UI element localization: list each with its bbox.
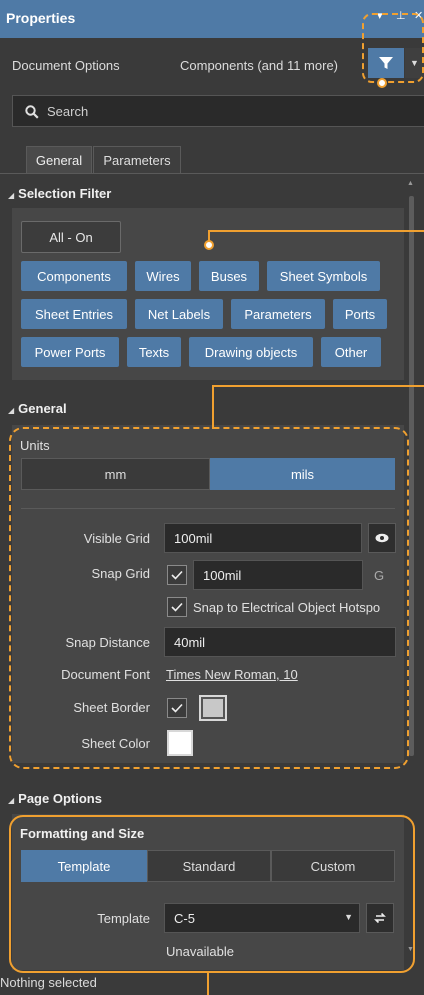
filter-chip-power-ports[interactable]: Power Ports <box>21 337 119 367</box>
general-callout-line-h <box>212 385 424 387</box>
filter-chip-other[interactable]: Other <box>321 337 381 367</box>
collapse-triangle-icon: ◢ <box>8 191 15 200</box>
panel-titlebar: Properties ▾ ⊥ ✕ <box>0 0 424 38</box>
collapse-triangle-icon: ◢ <box>8 796 15 805</box>
filter-chip-sheet-symbols[interactable]: Sheet Symbols <box>267 261 380 291</box>
search-icon <box>25 105 39 119</box>
selection-filter-header[interactable]: ◢ Selection Filter <box>8 186 111 201</box>
filter-chip-ports[interactable]: Ports <box>333 299 387 329</box>
document-options-label: Document Options <box>12 58 120 73</box>
general-callout <box>9 427 409 769</box>
page-options-callout <box>9 815 415 973</box>
filter-chip-parameters[interactable]: Parameters <box>231 299 325 329</box>
search-placeholder: Search <box>47 104 89 119</box>
chip-callout-dot <box>204 240 214 250</box>
filter-callout <box>362 13 424 83</box>
scroll-up-icon[interactable]: ▲ <box>407 180 414 187</box>
general-callout-line-v <box>212 385 214 429</box>
general-header[interactable]: ◢ General <box>8 401 67 416</box>
document-options-row: Document Options Components (and 11 more… <box>0 38 424 92</box>
scrollbar-thumb[interactable] <box>409 196 414 756</box>
search-input[interactable]: Search <box>12 95 424 127</box>
tab-divider <box>0 173 424 174</box>
status-text: Nothing selected <box>0 975 97 990</box>
chip-callout-line-h <box>209 230 424 232</box>
filter-chip-sheet-entries[interactable]: Sheet Entries <box>21 299 127 329</box>
collapse-triangle-icon: ◢ <box>8 406 15 415</box>
page-options-header[interactable]: ◢ Page Options <box>8 791 102 806</box>
filter-chip-buses[interactable]: Buses <box>199 261 259 291</box>
components-summary-label: Components (and 11 more) <box>180 58 339 73</box>
tab-general[interactable]: General <box>26 146 92 174</box>
filter-callout-dot <box>377 78 387 88</box>
filter-chip-texts[interactable]: Texts <box>127 337 181 367</box>
panel-title: Properties <box>6 10 76 26</box>
page-options-callout-line <box>207 973 209 995</box>
tab-parameters[interactable]: Parameters <box>93 146 181 174</box>
all-on-button[interactable]: All - On <box>21 221 121 253</box>
filter-chip-components[interactable]: Components <box>21 261 127 291</box>
filter-chip-net-labels[interactable]: Net Labels <box>135 299 223 329</box>
filter-chip-wires[interactable]: Wires <box>135 261 191 291</box>
filter-chip-drawing-objects[interactable]: Drawing objects <box>189 337 313 367</box>
